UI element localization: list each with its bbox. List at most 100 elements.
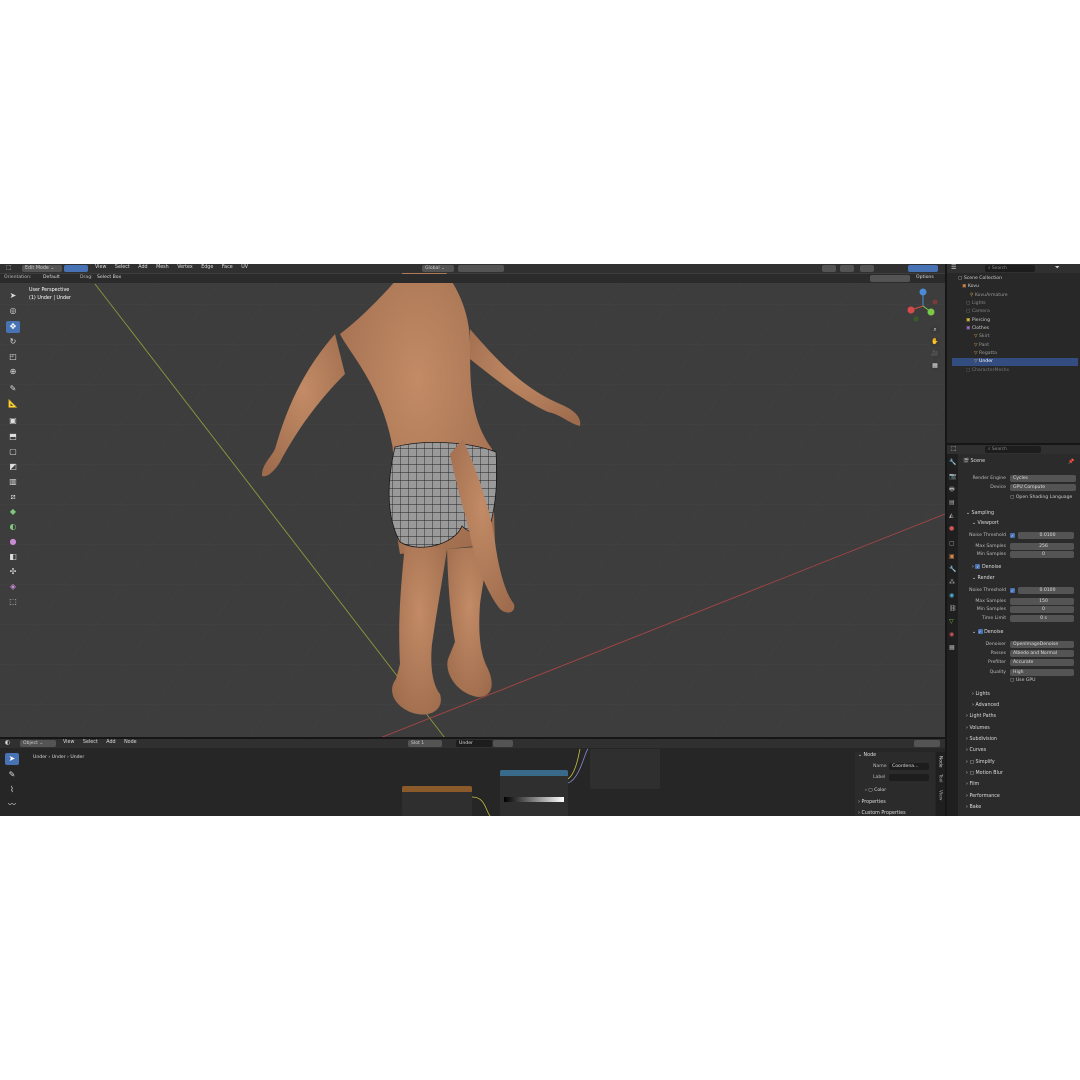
object-tab-icon[interactable]: ▣ — [949, 554, 955, 560]
mode-dropdown[interactable]: Edit Mode ⌄ — [22, 265, 62, 272]
scene-tab-icon[interactable]: ◭ — [949, 513, 954, 519]
node-color-toggle[interactable]: › ▢ Color — [865, 788, 886, 794]
editor-type-icon[interactable]: ⬚ — [6, 265, 12, 271]
extrude-tool-icon[interactable]: ⬒ — [6, 431, 20, 443]
drag-value[interactable]: Select Box — [97, 275, 121, 281]
output-tab-icon[interactable]: 🖶 — [949, 487, 955, 493]
tool-tab-icon[interactable]: 🔧 — [949, 460, 956, 466]
outliner-item-charactermesh[interactable]: ▢ CharacterMeshs — [952, 367, 1078, 375]
constraints-tab-icon[interactable]: ⛓ — [949, 606, 957, 612]
menu-edge[interactable]: Edge — [201, 265, 213, 270]
edge-slide-tool-icon[interactable]: ◧ — [6, 551, 20, 563]
pan-hand-icon[interactable]: ✋ — [930, 337, 940, 347]
physics-tab-icon[interactable]: ◉ — [949, 593, 954, 599]
light-paths-panel[interactable]: › Light Paths — [966, 712, 996, 721]
texture-tab-icon[interactable]: ▦ — [949, 645, 955, 651]
advanced-subpanel[interactable]: › Advanced — [972, 701, 999, 710]
outliner-item-lights[interactable]: ▢ Lights — [952, 300, 1078, 308]
outliner-item-clothes[interactable]: ▣ Clothes — [952, 325, 1078, 333]
volumes-panel[interactable]: › Volumes — [966, 724, 990, 733]
menu-uv[interactable]: UV — [241, 265, 248, 270]
material-tab-icon[interactable]: ◉ — [949, 632, 954, 638]
cursor-tool-icon[interactable]: ◎ — [6, 305, 20, 317]
navigation-gizmo[interactable] — [905, 288, 941, 324]
sampling-panel[interactable]: ⌄ Sampling — [966, 509, 994, 518]
simplify-panel[interactable]: › ▢ Simplify — [966, 758, 995, 767]
rip-tool-icon[interactable]: ⬚ — [6, 596, 20, 608]
passes-dropdown[interactable]: Albedo and Normal — [1010, 650, 1074, 657]
bake-panel[interactable]: › Bake — [966, 803, 981, 812]
outliner-item-regatta[interactable]: ▽ Regatta — [952, 350, 1078, 358]
annotate-tool-icon[interactable]: ✎ — [6, 383, 20, 395]
properties-search-input[interactable]: ⌕ Search — [985, 446, 1041, 453]
viewport-scene[interactable] — [0, 264, 945, 738]
outliner-item-piercing[interactable]: ▣ Piercing — [952, 317, 1078, 325]
solid-shading-button[interactable] — [908, 265, 938, 272]
mesh-symmetry-buttons[interactable] — [870, 275, 910, 282]
orientation-setting-value[interactable]: Default — [43, 275, 60, 281]
transform-tool-icon[interactable]: ⊕ — [6, 366, 20, 378]
render-noise-field[interactable]: 0.0100 — [1018, 587, 1074, 594]
node-label-field[interactable] — [889, 774, 929, 781]
menu-vertex[interactable]: Vertex — [177, 265, 192, 270]
bevel-tool-icon[interactable]: ◩ — [6, 461, 20, 473]
select-tool-icon[interactable]: ➤ — [6, 290, 20, 302]
render-min-field[interactable]: 0 — [1010, 606, 1074, 613]
properties-type-icon[interactable]: ⬚ — [951, 446, 957, 452]
shading-buttons[interactable] — [822, 265, 942, 272]
subdivision-panel[interactable]: › Subdivision — [966, 735, 997, 744]
viewport-max-field[interactable]: 256 — [1010, 543, 1074, 550]
poly-build-tool-icon[interactable]: ◆ — [6, 506, 20, 518]
menu-select[interactable]: Select — [115, 265, 130, 270]
view-layer-tab-icon[interactable]: ▤ — [949, 500, 955, 506]
viewport-min-field[interactable]: 0 — [1010, 551, 1074, 558]
outliner-item-under[interactable]: ▽ Under — [952, 358, 1078, 366]
denoiser-dropdown[interactable]: OpenImageDenoise — [1010, 641, 1074, 648]
vertical-divider[interactable] — [945, 264, 947, 816]
outliner-search-input[interactable]: ⌕ Search — [985, 265, 1035, 272]
performance-panel[interactable]: › Performance — [966, 792, 1000, 801]
horizontal-divider[interactable] — [0, 737, 945, 739]
viewport-noise-field[interactable]: 0.0100 — [1018, 532, 1074, 539]
rotate-tool-icon[interactable]: ↻ — [6, 336, 20, 348]
measure-tool-icon[interactable]: 📐 — [6, 398, 20, 410]
zoom-icon[interactable]: ⌕ — [930, 325, 940, 335]
perspective-grid-icon[interactable]: ▦ — [930, 361, 940, 371]
inset-tool-icon[interactable]: ▢ — [6, 446, 20, 458]
outliner-item-armature[interactable]: ⚲ KovuArmature — [952, 292, 1078, 300]
spin-tool-icon[interactable]: ◐ — [6, 521, 20, 533]
filter-icon[interactable]: ⏷ — [1055, 265, 1060, 271]
modifier-tab-icon[interactable]: 🔧 — [949, 567, 956, 573]
data-tab-icon[interactable]: ▽ — [949, 619, 954, 625]
node-editor-area[interactable]: ◐ Object ⌄ View Select Add Node Slot 1 U… — [0, 739, 945, 816]
menu-face[interactable]: Face — [222, 265, 233, 270]
prefilter-dropdown[interactable]: Accurate — [1010, 659, 1074, 666]
menu-add[interactable]: Add — [138, 265, 147, 270]
move-tool-icon[interactable]: ✥ — [6, 321, 20, 333]
tab-tool[interactable]: Tool — [937, 774, 942, 783]
outliner-type-icon[interactable]: ☰ — [951, 265, 956, 271]
camera-view-icon[interactable]: 🎥 — [930, 349, 940, 359]
menu-mesh[interactable]: Mesh — [156, 265, 169, 270]
particles-tab-icon[interactable]: ⁂ — [949, 580, 955, 586]
outliner-item-kovu[interactable]: ▣ Kovu — [952, 283, 1078, 291]
smooth-tool-icon[interactable]: ● — [6, 536, 20, 548]
loop-cut-tool-icon[interactable]: ▥ — [6, 476, 20, 488]
motion-blur-panel[interactable]: › ▢ Motion Blur — [966, 769, 1003, 778]
world-tab-icon[interactable]: ● — [949, 526, 954, 532]
viewport-subpanel[interactable]: ⌄ Viewport — [972, 519, 999, 528]
add-cube-tool-icon[interactable]: ▣ — [6, 415, 20, 427]
outliner-item-skirt[interactable]: ▽ Skirt — [952, 333, 1078, 341]
viewport-denoise-panel[interactable]: › ✓ Denoise — [972, 563, 1001, 572]
overlay-button[interactable] — [822, 265, 836, 272]
device-dropdown[interactable]: GPU Compute — [1010, 484, 1076, 491]
render-engine-dropdown[interactable]: Cycles — [1010, 475, 1076, 482]
shear-tool-icon[interactable]: ◈ — [6, 581, 20, 593]
tab-view[interactable]: View — [937, 790, 942, 800]
render-noise-checkbox[interactable]: ✓ — [1010, 588, 1015, 593]
outliner-item-camera[interactable]: ▢ Camera — [952, 308, 1078, 316]
node-name-field[interactable]: Coordena... — [889, 763, 929, 770]
options-button[interactable]: Options — [916, 275, 934, 281]
lights-subpanel[interactable]: › Lights — [972, 690, 990, 699]
outliner-properties-divider[interactable] — [947, 443, 1080, 445]
